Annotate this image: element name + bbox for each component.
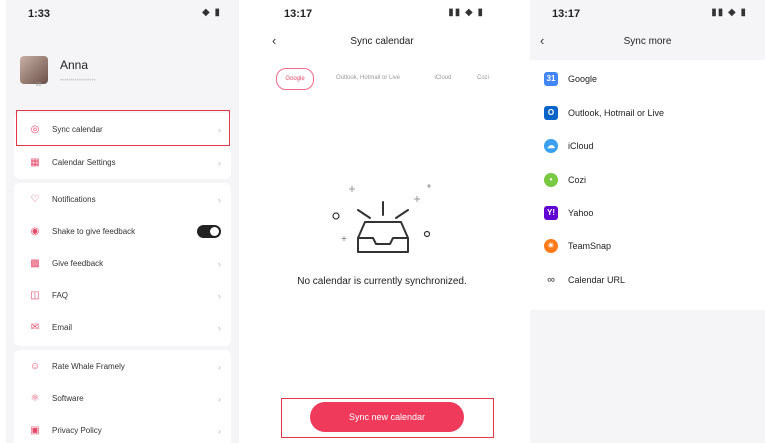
provider-label: Cozi [568,174,587,185]
sync-calendar-highlight [16,110,230,146]
status-time: 1:33 [28,8,51,20]
settings-screen: 1:33 ◆ ▮ 20 Anna ••••••••••••••••• ◎ Syn… [6,0,239,443]
software-icon: ⚛ [30,393,40,404]
provider-label: iCloud [568,140,594,151]
status-bar: 13:17 ▮▮ ◆ ▮ [262,0,502,28]
calendar-tabs: Google Outlook, Hotmail or Live iCloud C… [276,68,498,90]
google-calendar-icon: 31 [544,71,558,86]
icloud-icon: ☁ [544,138,558,153]
empty-inbox-icon [332,184,431,253]
provider-google[interactable]: 31 Google [530,62,765,95]
status-bar: 13:17 ▮▮ ◆ ▮ [530,0,765,28]
software-row[interactable]: ⚛ Software › [14,382,231,415]
status-icons: ◆ ▮ [202,7,221,18]
tab-icloud[interactable]: iCloud [426,68,460,88]
shake-feedback-toggle[interactable] [197,225,221,238]
provider-calendar-url[interactable]: ∞ Calendar URL [530,263,765,296]
rate-label: Rate Whale Framely [52,362,125,371]
tab-google[interactable]: Google [276,68,314,90]
outlook-icon: O [544,105,558,120]
chevron-right-icon: › [218,194,221,205]
privacy-label: Privacy Policy [52,426,102,435]
sync-more-screen: 13:17 ▮▮ ◆ ▮ ‹ Sync more 31 Google O Out… [530,0,765,443]
page-title: Sync more [623,36,672,47]
shake-feedback-row: ◉ Shake to give feedback [14,215,231,248]
provider-icloud[interactable]: ☁ iCloud [530,129,765,162]
chevron-right-icon: › [218,157,221,168]
notifications-label: Notifications [52,195,96,204]
give-feedback-row[interactable]: ▩ Give feedback › [14,247,231,280]
software-label: Software [52,394,84,403]
status-time: 13:17 [284,8,313,20]
sync-calendar-screen: 13:17 ▮▮ ◆ ▮ ‹ Sync calendar Google Outl… [262,0,502,443]
yahoo-icon: Y! [544,205,558,220]
calendar-settings-icon: ▦ [30,157,40,168]
chevron-right-icon: › [218,258,221,269]
status-icons: ▮▮ ◆ ▮ [448,7,484,18]
profile-email: ••••••••••••••••• [60,78,96,84]
empty-state-text: No calendar is currently synchronized. [297,276,467,287]
provider-label: Outlook, Hotmail or Live [568,107,665,118]
settings-group-2: ♡ Notifications › ◉ Shake to give feedba… [14,183,231,346]
shake-feedback-label: Shake to give feedback [52,227,136,236]
email-icon: ✉ [30,322,40,333]
chevron-right-icon: › [218,361,221,372]
provider-yahoo[interactable]: Y! Yahoo [530,196,765,229]
settings-group-3: ☺ Rate Whale Framely › ⚛ Software › ▣ Pr… [14,350,231,443]
cozi-icon: • [544,172,558,187]
email-row[interactable]: ✉ Email › [14,311,231,344]
privacy-icon: ▣ [30,425,40,436]
bell-icon: ♡ [30,194,40,205]
status-bar: 1:33 ◆ ▮ [6,0,239,28]
provider-cozi[interactable]: • Cozi [530,163,765,196]
give-feedback-label: Give feedback [52,259,104,268]
avatar [20,56,48,84]
rate-icon: ☺ [29,361,41,372]
status-time: 13:17 [552,8,581,20]
tab-cozi[interactable]: Cozi [468,68,498,88]
rate-row[interactable]: ☺ Rate Whale Framely › [14,350,231,383]
chevron-right-icon: › [218,290,221,301]
provider-label: TeamSnap [568,240,612,251]
faq-row[interactable]: ◫ FAQ › [14,279,231,312]
provider-outlook[interactable]: O Outlook, Hotmail or Live [530,96,765,129]
notifications-row[interactable]: ♡ Notifications › [14,183,231,216]
chevron-right-icon: › [218,425,221,436]
shake-icon: ◉ [30,226,40,237]
profile-section[interactable]: 20 Anna ••••••••••••••••• [20,50,230,94]
calendar-settings-label: Calendar Settings [52,158,116,167]
faq-icon: ◫ [30,290,40,301]
provider-label: Google [568,73,598,84]
provider-label: Yahoo [568,207,594,218]
page-title: Sync calendar [350,36,414,47]
calendar-settings-row[interactable]: ▦ Calendar Settings › [14,146,231,179]
avatar-badge: 20 [36,82,42,88]
email-label: Email [52,323,73,332]
provider-list: 31 Google O Outlook, Hotmail or Live ☁ i… [530,60,765,310]
link-icon: ∞ [544,272,558,287]
faq-label: FAQ [52,291,69,300]
provider-label: Calendar URL [568,274,626,285]
teamsnap-icon: ✴ [544,238,558,253]
status-icons: ▮▮ ◆ ▮ [711,7,747,18]
profile-name: Anna [60,58,89,72]
chevron-right-icon: › [218,393,221,404]
provider-teamsnap[interactable]: ✴ TeamSnap [530,229,765,262]
tab-outlook[interactable]: Outlook, Hotmail or Live [320,68,416,88]
sync-button-highlight [281,398,494,438]
chevron-right-icon: › [218,322,221,333]
feedback-icon: ▩ [30,258,40,269]
privacy-row[interactable]: ▣ Privacy Policy › [14,414,231,443]
